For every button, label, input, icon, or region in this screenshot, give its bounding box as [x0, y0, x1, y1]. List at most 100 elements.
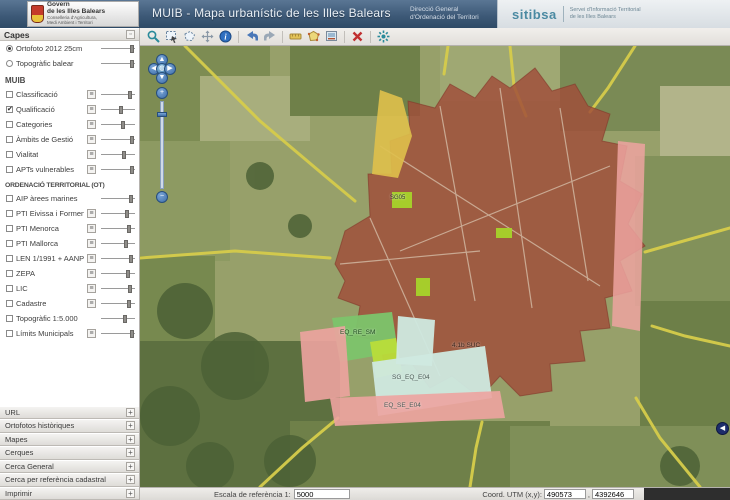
legend-expand-icon[interactable]: ≡: [87, 165, 96, 174]
accordion-ortofotos-historiques[interactable]: Ortofotos històriques+: [0, 419, 139, 433]
accordion-url[interactable]: URL+: [0, 406, 139, 420]
identify-info-button[interactable]: i: [218, 29, 233, 44]
expand-plus-icon[interactable]: +: [126, 408, 135, 417]
accordion-mapes[interactable]: Mapes+: [0, 433, 139, 447]
base-layer-topografic[interactable]: Topogràfic balear: [0, 56, 139, 71]
layer-vialitat[interactable]: Vialitat ≡: [0, 147, 139, 162]
legend-expand-icon[interactable]: ≡: [87, 269, 96, 278]
opacity-slider[interactable]: [101, 285, 135, 293]
capes-panel-header[interactable]: Capes ▫: [0, 28, 139, 41]
print-map-button[interactable]: [324, 29, 339, 44]
zoom-in-button[interactable]: +: [156, 87, 168, 99]
checkbox[interactable]: [6, 136, 13, 143]
layer-lic[interactable]: LIC ≡: [0, 281, 139, 296]
checkbox[interactable]: [6, 210, 13, 217]
legend-expand-icon[interactable]: ≡: [87, 239, 96, 248]
panel-collapse-arrow-icon[interactable]: ◀: [716, 422, 729, 435]
checkbox[interactable]: [6, 255, 13, 262]
expand-plus-icon[interactable]: +: [126, 489, 135, 498]
checkbox[interactable]: [6, 330, 13, 337]
pan-button[interactable]: [200, 29, 215, 44]
zoom-out-button[interactable]: −: [156, 191, 168, 203]
legend-expand-icon[interactable]: ≡: [87, 90, 96, 99]
checkbox[interactable]: [6, 151, 13, 158]
layer-zepa[interactable]: ZEPA ≡: [0, 266, 139, 281]
layer-cadastre[interactable]: Cadastre ≡: [0, 296, 139, 311]
checkbox[interactable]: [6, 225, 13, 232]
checkbox[interactable]: [6, 240, 13, 247]
legend-expand-icon[interactable]: ≡: [87, 329, 96, 338]
opacity-slider[interactable]: [101, 121, 135, 129]
legend-expand-icon[interactable]: ≡: [87, 150, 96, 159]
opacity-slider[interactable]: [101, 151, 135, 159]
checkbox[interactable]: [6, 285, 13, 292]
accordion-cerca-general[interactable]: Cerca General+: [0, 460, 139, 474]
legend-expand-icon[interactable]: ≡: [87, 299, 96, 308]
measure-distance-button[interactable]: [288, 29, 303, 44]
sitibsa-logo[interactable]: sitibsa: [512, 7, 557, 22]
accordion-imprimir[interactable]: Imprimir+: [0, 487, 139, 500]
legend-expand-icon[interactable]: ≡: [87, 135, 96, 144]
layer-limits-municipals[interactable]: Límits Municipals ≡: [0, 326, 139, 341]
clear-selection-button[interactable]: [350, 29, 365, 44]
opacity-slider[interactable]: [101, 136, 135, 144]
map-viewport[interactable]: SG05 EQ_RE_SM SG_EQ_E04 EQ_SE_E04 4.1b S…: [140, 46, 730, 487]
layer-qualificacio[interactable]: Qualificació ≡: [0, 102, 139, 117]
checkbox[interactable]: [6, 91, 13, 98]
layer-pti-mallorca[interactable]: PTI Mallorca ≡: [0, 236, 139, 251]
opacity-slider[interactable]: [101, 255, 135, 263]
layer-categories[interactable]: Categories ≡: [0, 117, 139, 132]
layer-apts[interactable]: APTs vulnerables ≡: [0, 162, 139, 177]
opacity-slider[interactable]: [101, 210, 135, 218]
radio-ortofoto[interactable]: [6, 45, 13, 52]
layer-pti-menorca[interactable]: PTI Menorca ≡: [0, 221, 139, 236]
zoom-box-button[interactable]: [146, 29, 161, 44]
expand-plus-icon[interactable]: +: [126, 462, 135, 471]
opacity-slider[interactable]: [101, 91, 135, 99]
layer-len[interactable]: LEN 1/1991 + AANP ≡: [0, 251, 139, 266]
previous-view-button[interactable]: [244, 29, 259, 44]
legend-expand-icon[interactable]: ≡: [87, 105, 96, 114]
scale-input[interactable]: [294, 489, 350, 499]
opacity-slider[interactable]: [101, 315, 135, 323]
select-polygon-button[interactable]: [182, 29, 197, 44]
govern-logo[interactable]: Govern de les Illes Balears Conselleria …: [27, 1, 139, 27]
checkbox[interactable]: [6, 300, 13, 307]
legend-expand-icon[interactable]: ≡: [87, 284, 96, 293]
checkbox[interactable]: [6, 195, 13, 202]
checkbox[interactable]: [6, 106, 13, 113]
expand-plus-icon[interactable]: +: [126, 421, 135, 430]
layer-topografic-ot[interactable]: Topogràfic 1:5.000 ≡: [0, 311, 139, 326]
next-view-button[interactable]: [262, 29, 277, 44]
opacity-slider[interactable]: [101, 166, 135, 174]
accordion-cerca-cadastral[interactable]: Cerca per referència cadastral+: [0, 473, 139, 487]
checkbox[interactable]: [6, 166, 13, 173]
pan-down-button[interactable]: ▼: [156, 72, 168, 84]
opacity-slider[interactable]: [101, 106, 135, 114]
expand-plus-icon[interactable]: +: [126, 448, 135, 457]
opacity-slider[interactable]: [101, 300, 135, 308]
measure-area-button[interactable]: [306, 29, 321, 44]
settings-button[interactable]: [376, 29, 391, 44]
opacity-slider[interactable]: [101, 225, 135, 233]
checkbox[interactable]: [6, 270, 13, 277]
accordion-cerques[interactable]: Cerques+: [0, 446, 139, 460]
coord-x-input[interactable]: [544, 489, 586, 499]
legend-expand-icon[interactable]: ≡: [87, 120, 96, 129]
layer-ambits-gestio[interactable]: Àmbits de Gestió ≡: [0, 132, 139, 147]
expand-plus-icon[interactable]: +: [126, 435, 135, 444]
coord-y-input[interactable]: [592, 489, 634, 499]
opacity-slider[interactable]: [101, 330, 135, 338]
panel-options-icon[interactable]: ▫: [126, 30, 135, 39]
radio-topografic[interactable]: [6, 60, 13, 67]
opacity-slider[interactable]: [101, 60, 135, 68]
layer-pti-eivissa[interactable]: PTI Eivissa i Formentera ≡: [0, 206, 139, 221]
opacity-slider[interactable]: [101, 195, 135, 203]
base-layer-ortofoto[interactable]: Ortofoto 2012 25cm: [0, 41, 139, 56]
select-rectangle-button[interactable]: [164, 29, 179, 44]
legend-expand-icon[interactable]: ≡: [87, 209, 96, 218]
checkbox[interactable]: [6, 121, 13, 128]
opacity-slider[interactable]: [101, 240, 135, 248]
checkbox[interactable]: [6, 315, 13, 322]
opacity-slider[interactable]: [101, 45, 135, 53]
